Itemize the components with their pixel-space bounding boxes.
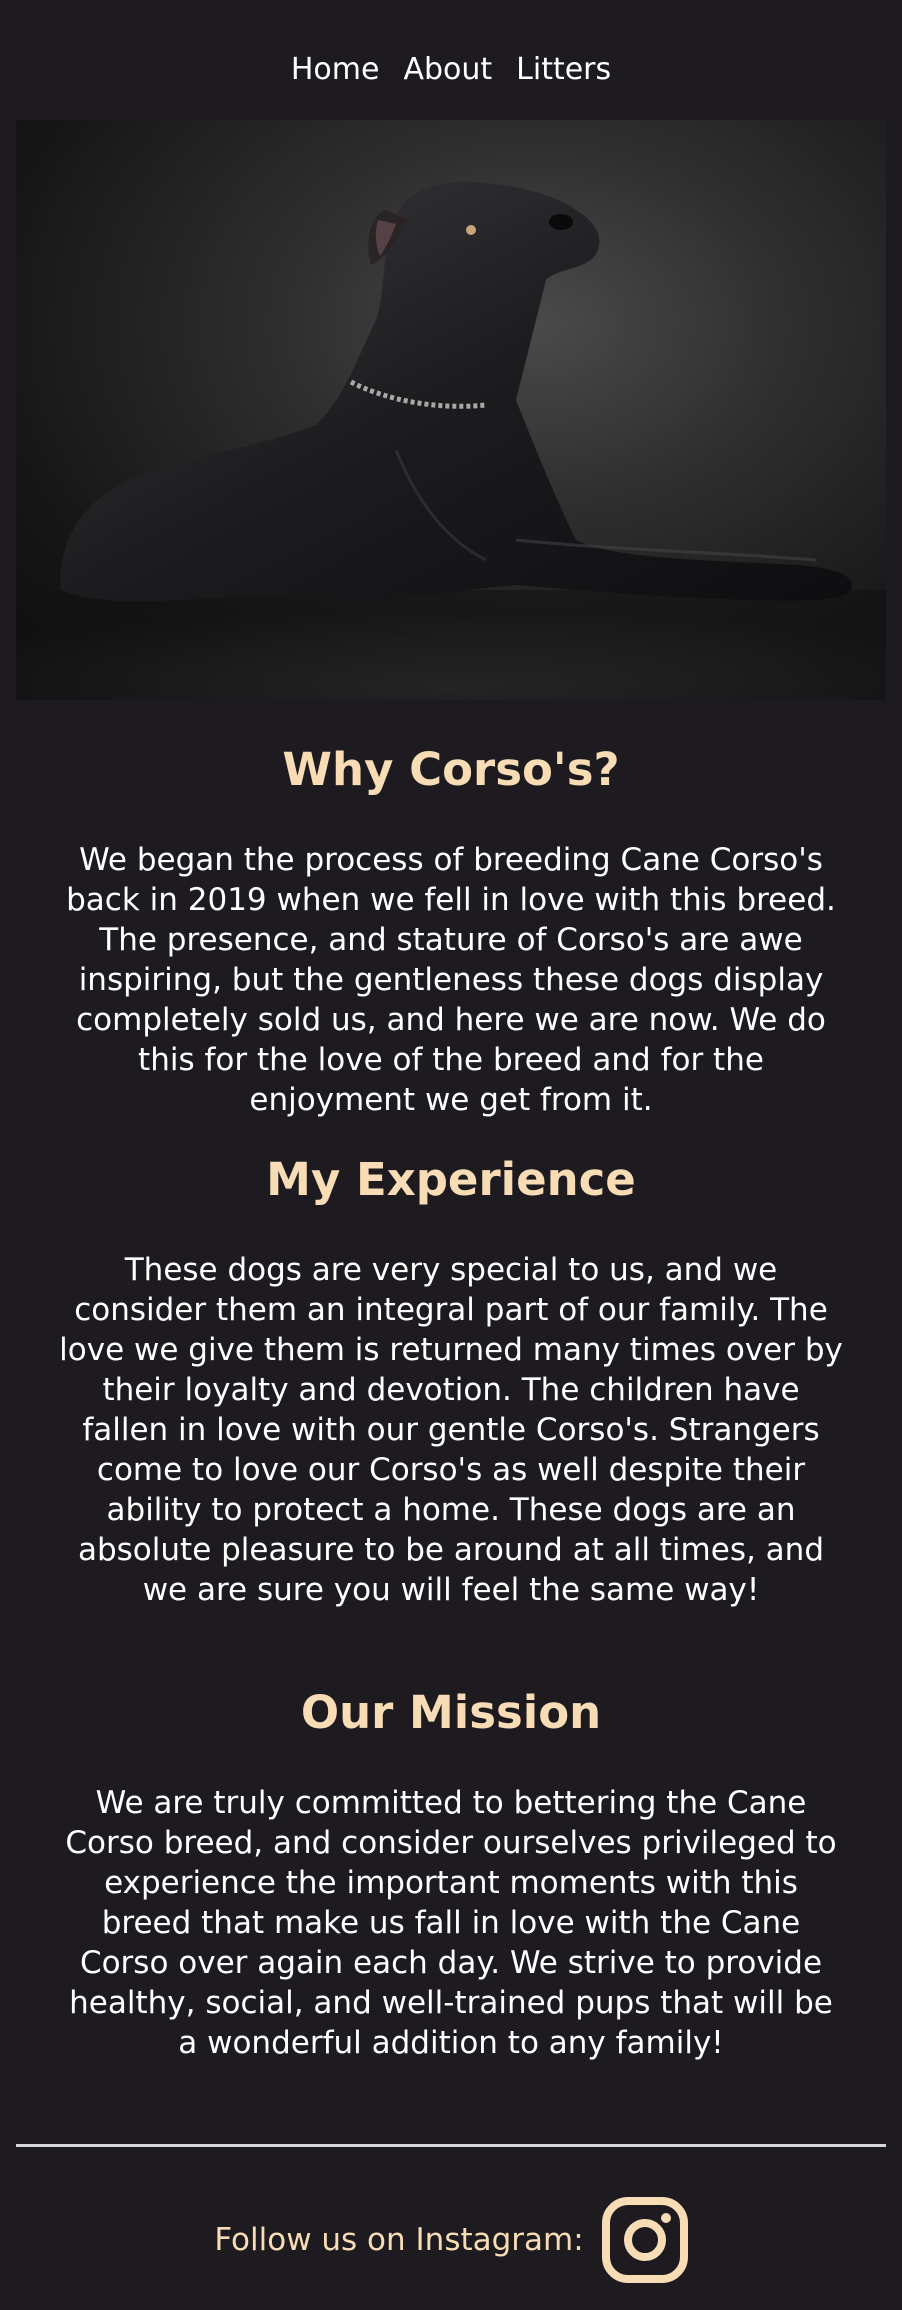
hero-dog-image xyxy=(16,120,886,700)
section-body: We are truly committed to bettering the … xyxy=(65,1785,837,2061)
instagram-icon xyxy=(601,2197,688,2283)
section-title: Our Mission xyxy=(300,1686,602,1739)
my-experience-section: My Experience These dogs are very specia… xyxy=(0,1150,902,1610)
our-mission-section: Our Mission We are truly committed to be… xyxy=(0,1683,902,2063)
section-title: Why Corso's? xyxy=(282,743,620,796)
nav-litters-link[interactable]: Litters xyxy=(516,52,611,87)
instagram-label: Follow us on Instagram: xyxy=(214,2222,584,2258)
nav-home-link[interactable]: Home xyxy=(291,52,380,87)
instagram-link[interactable] xyxy=(601,2197,688,2283)
dog-illustration xyxy=(16,181,886,700)
nav-about-link[interactable]: About xyxy=(403,52,492,87)
section-body: These dogs are very special to us, and w… xyxy=(59,1252,843,1608)
why-corsos-section: Why Corso's? We began the process of bre… xyxy=(0,740,902,1120)
footer: Follow us on Instagram: xyxy=(0,2195,902,2285)
main-nav: Home About Litters xyxy=(0,0,902,120)
section-body: We began the process of breeding Cane Co… xyxy=(66,842,836,1118)
divider xyxy=(16,2144,886,2147)
section-title: My Experience xyxy=(266,1153,636,1206)
